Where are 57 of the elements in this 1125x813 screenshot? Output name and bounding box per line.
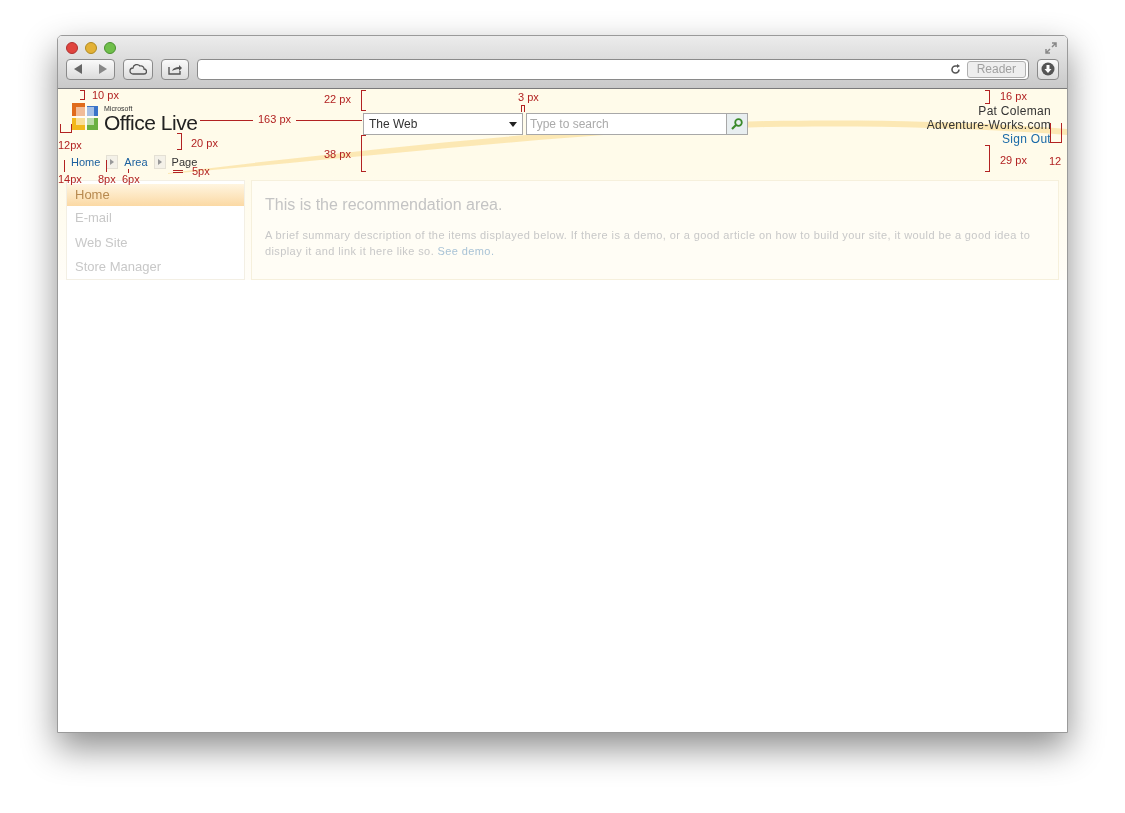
dimension-label: 12px bbox=[58, 139, 82, 151]
dimension-bracket bbox=[173, 170, 183, 173]
user-name: Pat Coleman bbox=[978, 104, 1051, 118]
dimension-bracket bbox=[361, 135, 366, 172]
dropdown-caret-icon bbox=[509, 121, 517, 127]
dimension-bracket bbox=[985, 145, 990, 172]
dimension-label: 163 px bbox=[258, 113, 292, 125]
dimension-bracket bbox=[1050, 123, 1062, 143]
dimension-label: 14px bbox=[58, 173, 82, 185]
address-field[interactable]: Reader bbox=[197, 58, 1029, 80]
dimension-label: 29 px bbox=[1000, 154, 1027, 166]
triangle-icon bbox=[110, 159, 115, 165]
download-icon bbox=[1041, 62, 1055, 76]
dimension-label: 38 px bbox=[324, 148, 351, 160]
dimension-label: 12 bbox=[1049, 155, 1062, 167]
dimension-bracket bbox=[60, 124, 72, 133]
cloud-icon bbox=[129, 63, 147, 75]
dimension-bracket bbox=[985, 90, 990, 104]
download-button[interactable] bbox=[1037, 58, 1059, 80]
dimension-label: 22 px bbox=[324, 93, 351, 105]
recommendation-title: This is the recommendation area. bbox=[265, 195, 504, 215]
reload-icon[interactable] bbox=[949, 63, 961, 75]
back-forward-button[interactable] bbox=[66, 58, 115, 80]
search-icon bbox=[731, 118, 743, 130]
dimension-bracket bbox=[80, 90, 85, 100]
reader-button[interactable]: Reader bbox=[966, 60, 1026, 78]
dimension-label: 10 px bbox=[92, 89, 119, 101]
user-domain: Adventure-Works.com bbox=[926, 118, 1051, 132]
dimension-label: 5px bbox=[192, 165, 210, 177]
dimension-label: 16 px bbox=[1000, 90, 1027, 102]
share-button[interactable] bbox=[161, 58, 189, 80]
forward-arrow-icon bbox=[97, 64, 107, 74]
demo-link[interactable]: See demo. bbox=[437, 245, 495, 257]
back-arrow-icon bbox=[74, 64, 84, 74]
share-icon bbox=[167, 63, 183, 75]
dimension-bracket bbox=[177, 133, 182, 150]
sign-out-link[interactable]: Sign Out bbox=[1001, 132, 1051, 146]
dimension-bracket bbox=[361, 90, 366, 111]
dimension-label: 8px bbox=[98, 173, 116, 185]
triangle-icon bbox=[157, 159, 162, 165]
search-button[interactable] bbox=[726, 113, 748, 135]
breadcrumb-link[interactable]: Area bbox=[124, 153, 148, 171]
dimension-bracket bbox=[521, 105, 525, 112]
logo-icon bbox=[71, 101, 101, 133]
breadcrumb-link[interactable]: Home bbox=[71, 153, 101, 171]
search-field[interactable]: Type to search bbox=[526, 113, 726, 135]
fullscreen-icon[interactable] bbox=[1045, 41, 1057, 54]
sidebar-item[interactable]: Home bbox=[67, 184, 244, 206]
dimension-label: 20 px bbox=[191, 137, 218, 149]
scope-select[interactable]: The Web bbox=[363, 113, 523, 135]
cloud-button[interactable] bbox=[123, 58, 153, 80]
zoom-button[interactable] bbox=[104, 41, 116, 54]
logo-name: Office Live bbox=[104, 112, 198, 133]
dimension-label: 6px bbox=[122, 173, 140, 185]
close-button[interactable] bbox=[66, 41, 78, 54]
dimension-label: 3 px bbox=[518, 91, 539, 103]
breadcrumb-current: Page bbox=[171, 156, 198, 168]
